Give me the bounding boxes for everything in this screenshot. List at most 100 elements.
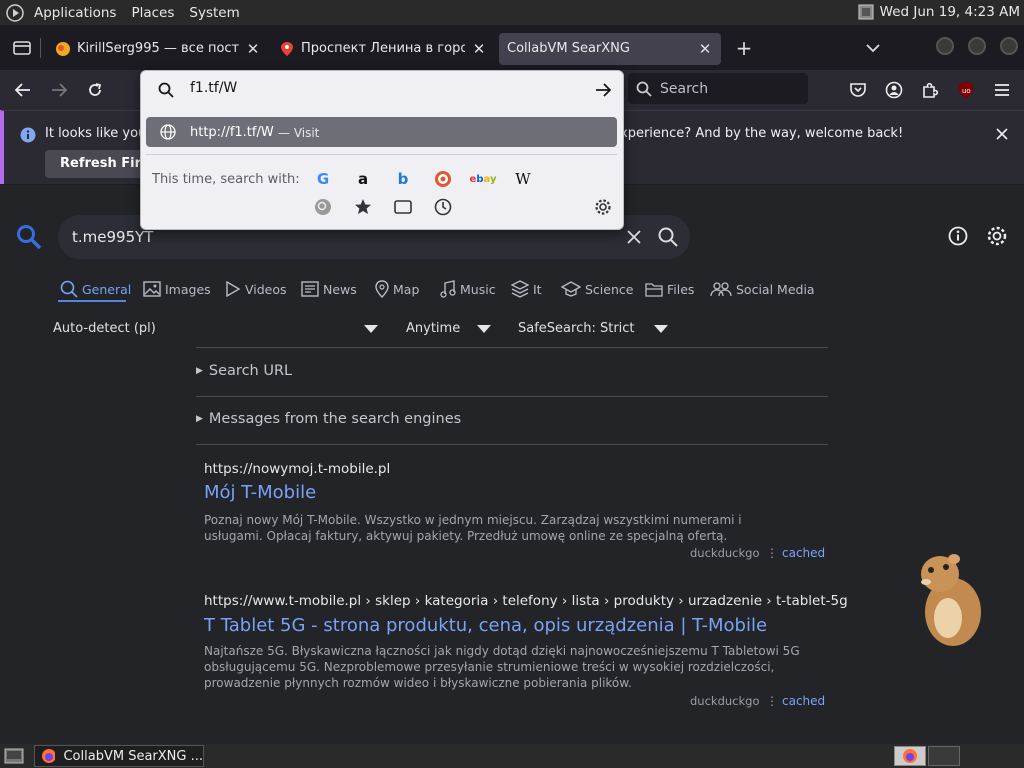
result-snippet: Poznaj nowy Mój T-Mobile. Wszystko w jed… — [204, 513, 742, 543]
extensions-button[interactable] — [918, 78, 942, 102]
arrow-right-icon — [52, 83, 67, 97]
suggestion-action: — Visit — [278, 126, 320, 140]
show-desktop-icon[interactable] — [4, 748, 24, 764]
graduation-cap-icon — [561, 281, 581, 297]
close-tab-icon[interactable]: ✕ — [471, 40, 487, 58]
minimize-icon[interactable] — [936, 37, 954, 55]
result-title[interactable]: T Tablet 5G - strona produktu, cena, opi… — [204, 615, 767, 636]
search-input[interactable]: Search — [628, 73, 808, 104]
suggestion-url: http://f1.tf/W — [190, 125, 274, 140]
result-cached-link[interactable]: cached — [782, 546, 825, 560]
tab-images[interactable]: Images — [143, 278, 211, 300]
firefox-view-button[interactable] — [4, 33, 40, 63]
ebay-engine-icon[interactable]: ebay — [470, 169, 497, 189]
places-menu[interactable]: Places — [131, 5, 174, 21]
notification-text: It looks like you — [45, 126, 147, 141]
workspace-switcher[interactable] — [894, 746, 926, 766]
google-engine-icon[interactable]: G — [313, 169, 333, 189]
pocket-icon — [850, 83, 866, 97]
time-caret-icon[interactable] — [477, 325, 491, 333]
close-window-icon[interactable] — [1000, 37, 1018, 55]
divider — [196, 347, 828, 348]
menu-button[interactable] — [990, 78, 1014, 102]
new-tab-button[interactable]: + — [729, 33, 759, 63]
clock[interactable]: Wed Jun 19, 4:23 AM — [858, 4, 1020, 20]
hamster-mascot-icon[interactable] — [918, 550, 988, 650]
account-button[interactable] — [882, 78, 906, 102]
result-url[interactable]: https://nowymoj.t-mobile.pl — [204, 461, 390, 477]
hamburger-icon — [995, 84, 1009, 96]
tab-files[interactable]: Files — [645, 278, 694, 300]
close-tab-icon[interactable]: ✕ — [697, 40, 713, 58]
go-arrow-icon[interactable] — [595, 83, 611, 97]
amazon-engine-icon[interactable]: a — [353, 169, 373, 189]
info-icon — [20, 127, 36, 143]
language-caret-icon[interactable] — [364, 325, 378, 333]
plus-icon: + — [735, 35, 753, 60]
safesearch-caret-icon[interactable] — [654, 325, 668, 333]
newspaper-icon — [301, 281, 319, 297]
close-icon[interactable] — [996, 128, 1008, 140]
engine-messages-details[interactable]: ▶ Messages from the search engines — [196, 411, 461, 427]
time-range-select[interactable]: Anytime — [406, 321, 460, 336]
duckduckgo-engine-icon[interactable] — [433, 169, 453, 189]
chevron-down-icon — [866, 44, 880, 53]
tab-science[interactable]: Science — [561, 278, 633, 300]
result-title[interactable]: Mój T-Mobile — [204, 482, 316, 503]
bing-engine-icon[interactable]: b — [393, 169, 413, 189]
tab-social-media[interactable]: Social Media — [710, 278, 815, 300]
clear-query-icon[interactable] — [627, 230, 641, 244]
network-icon — [858, 4, 874, 20]
search-submit-icon[interactable] — [658, 227, 678, 247]
clock-text: Wed Jun 19, 4:23 AM — [879, 4, 1020, 20]
forward-button[interactable] — [44, 75, 74, 105]
tab-general[interactable]: General — [60, 278, 131, 300]
search-settings-gear-icon[interactable] — [593, 197, 613, 217]
tab-music[interactable]: Music — [440, 278, 496, 300]
tab-prospekt[interactable]: Проспект Ленина в городе ✕ — [273, 33, 495, 65]
searxng-logo-icon[interactable] — [16, 224, 42, 250]
tab-videos[interactable]: Videos — [225, 278, 287, 300]
about-icon[interactable] — [948, 226, 968, 246]
puzzle-icon — [923, 82, 939, 98]
reload-icon — [89, 83, 102, 96]
maximize-icon[interactable] — [968, 37, 986, 55]
pocket-button[interactable] — [846, 78, 870, 102]
active-tab-underline — [58, 300, 126, 302]
image-icon — [143, 281, 161, 297]
ublock-button[interactable]: uo — [954, 78, 978, 102]
system-menu[interactable]: System — [189, 5, 239, 21]
tab-news[interactable]: News — [301, 278, 357, 300]
result-cached-link[interactable]: cached — [782, 694, 825, 708]
safesearch-select[interactable]: SafeSearch: Strict — [518, 321, 635, 336]
refresh-firefox-button[interactable]: Refresh Firef — [45, 150, 145, 178]
history-clock-icon[interactable] — [433, 197, 453, 217]
back-button[interactable] — [8, 75, 38, 105]
tab-it[interactable]: It — [511, 278, 542, 300]
music-note-icon — [440, 280, 456, 298]
applications-menu[interactable]: Applications — [34, 5, 116, 21]
list-tabs-button[interactable] — [858, 33, 888, 63]
tab-map[interactable]: Map — [375, 278, 419, 300]
result-url[interactable]: https://www.t-mobile.pl › sklep › katego… — [204, 593, 848, 609]
reload-button[interactable] — [80, 75, 110, 105]
taskbar-window-firefox[interactable]: CollabVM SearXNG ... — [34, 745, 204, 767]
bookmarks-star-icon[interactable] — [353, 197, 373, 217]
result-engine: duckduckgo — [690, 546, 760, 560]
wikipedia-engine-icon[interactable]: W — [513, 169, 533, 189]
language-select[interactable]: Auto-detect (pl) — [53, 321, 156, 336]
preferences-gear-icon[interactable] — [986, 225, 1008, 247]
gnome-foot-icon — [6, 3, 24, 22]
search-url-details[interactable]: ▶ Search URL — [196, 363, 292, 379]
url-input[interactable]: f1.tf/W — [190, 80, 237, 96]
tabs-icon[interactable] — [393, 197, 413, 217]
tab-searxng[interactable]: CollabVM SearXNG ✕ — [499, 32, 721, 65]
close-tab-icon[interactable]: ✕ — [245, 40, 261, 58]
tab-kirillserg[interactable]: KirillSerg995 — все посты п ✕ — [47, 33, 269, 65]
workspace-2[interactable] — [928, 746, 960, 766]
searxng-engine-icon[interactable] — [313, 197, 333, 217]
play-icon — [226, 281, 241, 297]
tab-favicon-icon — [56, 41, 70, 56]
notification-text-right: xperience? And by the way, welcome back! — [620, 126, 904, 141]
top-panel: Applications Places System Wed Jun 19, 4… — [0, 0, 1024, 25]
